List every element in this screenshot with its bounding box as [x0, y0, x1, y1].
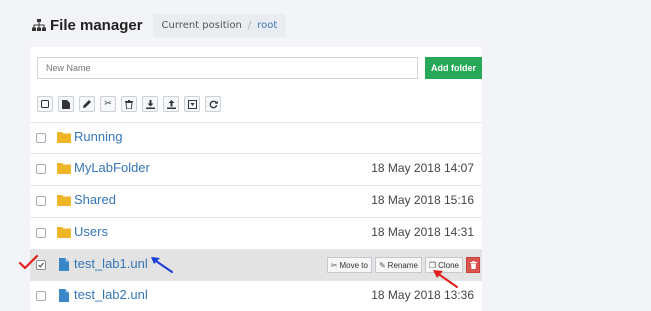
- select-all-icon[interactable]: [37, 96, 53, 112]
- folder-name-link[interactable]: MyLabFolder: [74, 160, 150, 175]
- cut-icon: ✂: [330, 260, 338, 270]
- folder-name-link[interactable]: Shared: [74, 192, 116, 207]
- rename-button[interactable]: ✎ Rename: [374, 257, 422, 273]
- file-row[interactable]: test_lab2.unl 18 May 2018 13:36: [30, 280, 482, 311]
- download-icon[interactable]: [142, 96, 158, 112]
- modified-date: 18 May 2018 14:07: [371, 161, 474, 175]
- edit-icon[interactable]: [79, 96, 95, 112]
- add-folder-button[interactable]: Add folder: [425, 57, 482, 79]
- folder-icon: [57, 163, 71, 174]
- toolbar: ✂: [37, 96, 221, 112]
- breadcrumb-label: Current position: [161, 19, 242, 31]
- file-name-link[interactable]: test_lab2.unl: [74, 287, 148, 302]
- folder-row[interactable]: MyLabFolder 18 May 2018 14:07: [30, 153, 482, 184]
- page-title: File manager: [32, 17, 143, 34]
- row-checkbox[interactable]: [36, 133, 46, 143]
- delete-button[interactable]: [466, 257, 480, 273]
- edit-icon: ✎: [378, 260, 386, 270]
- import-icon[interactable]: [184, 96, 200, 112]
- file-row-selected[interactable]: test_lab1.unl ✂ Move to ✎ Rename ❐ Clone: [30, 249, 482, 280]
- sitemap-icon: [32, 18, 46, 31]
- new-name-input[interactable]: [37, 57, 418, 79]
- breadcrumb: Current position / root: [152, 13, 287, 37]
- folder-icon: [57, 195, 71, 206]
- folder-icon: [57, 132, 71, 143]
- modified-date: 18 May 2018 13:36: [371, 288, 474, 302]
- modified-date: 18 May 2018 15:16: [371, 193, 474, 207]
- page-title-text: File manager: [50, 16, 143, 34]
- move-to-label: Move to: [339, 260, 368, 270]
- refresh-icon[interactable]: [205, 96, 221, 112]
- file-name-link[interactable]: test_lab1.unl: [74, 256, 148, 271]
- move-to-button[interactable]: ✂ Move to: [326, 257, 372, 273]
- row-checkbox[interactable]: [36, 228, 46, 238]
- clone-label: Clone: [438, 260, 459, 270]
- page-header: File manager Current position / root: [32, 8, 287, 42]
- row-actions: ✂ Move to ✎ Rename ❐ Clone: [326, 257, 480, 273]
- row-checkbox[interactable]: [36, 196, 46, 206]
- clone-button[interactable]: ❐ Clone: [424, 257, 463, 273]
- row-checkbox-checked[interactable]: [36, 260, 46, 270]
- delete-icon[interactable]: [121, 96, 137, 112]
- folder-row[interactable]: Shared 18 May 2018 15:16: [30, 185, 482, 216]
- breadcrumb-separator: /: [247, 19, 252, 31]
- folder-name-link[interactable]: Running: [74, 129, 122, 144]
- new-file-icon[interactable]: [58, 96, 74, 112]
- file-manager-panel: Add folder ✂ Running: [30, 47, 482, 311]
- folder-name-link[interactable]: Users: [74, 224, 108, 239]
- file-icon: [59, 258, 69, 271]
- trash-icon: [469, 261, 477, 269]
- row-checkbox[interactable]: [36, 291, 46, 301]
- folder-row[interactable]: Users 18 May 2018 14:31: [30, 217, 482, 248]
- folder-icon: [57, 227, 71, 238]
- rename-label: Rename: [387, 260, 418, 270]
- new-folder-row: Add folder: [37, 57, 482, 79]
- upload-icon[interactable]: [163, 96, 179, 112]
- cut-icon[interactable]: ✂: [100, 96, 116, 112]
- modified-date: 18 May 2018 14:31: [371, 225, 474, 239]
- folder-row[interactable]: Running: [30, 122, 482, 153]
- row-checkbox[interactable]: [36, 164, 46, 174]
- breadcrumb-root-link[interactable]: root: [257, 20, 277, 31]
- copy-icon: ❐: [428, 260, 437, 270]
- file-icon: [59, 289, 69, 302]
